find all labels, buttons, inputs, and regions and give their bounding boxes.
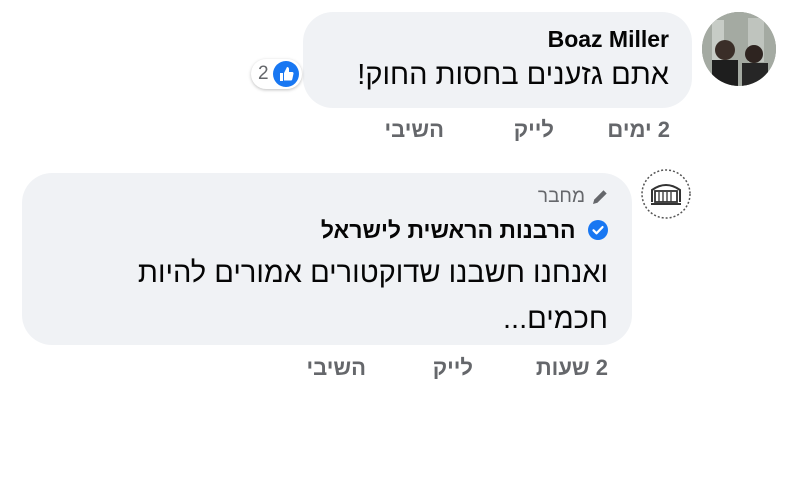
emblem-icon xyxy=(641,169,691,219)
reaction-count: 2 xyxy=(258,63,269,84)
author-badge-label: מחבר xyxy=(537,186,585,207)
comment-text: אתם גזענים בחסות החוק! xyxy=(357,59,669,91)
comment-text: ואנחנו חשבנו שדוקטורים אמורים להיות חכמי… xyxy=(137,257,608,335)
comment-author[interactable]: Boaz Miller xyxy=(548,26,669,53)
comment-author-name: הרבנות הראשית לישראל xyxy=(320,217,576,243)
comment-timestamp[interactable]: 2 שעות xyxy=(536,355,608,381)
like-button[interactable]: לייק xyxy=(514,117,554,143)
like-icon xyxy=(272,61,299,87)
like-button[interactable]: לייק xyxy=(433,355,473,381)
comment-bubble-1: Boaz Miller אתם גזענים בחסות החוק! xyxy=(303,12,692,108)
reply-button[interactable]: השיבי xyxy=(306,355,366,381)
page-avatar-chief-rabbinate[interactable] xyxy=(640,168,692,220)
verified-badge-icon xyxy=(588,220,608,240)
comment-bubble-2: מחבר הרבנות הראשית לישראל ואנחנו חשבנו ש… xyxy=(22,173,632,345)
reply-button[interactable]: השיבי xyxy=(384,117,444,143)
comment-actions-1: 2 ימים לייק השיבי xyxy=(330,117,670,147)
comment-timestamp[interactable]: 2 ימים xyxy=(607,117,670,143)
avatar-photo xyxy=(702,12,776,86)
comment-actions-2: 2 שעות לייק השיבי xyxy=(270,355,608,385)
user-avatar-boaz-miller[interactable] xyxy=(702,12,776,86)
reaction-summary[interactable]: 2 xyxy=(251,59,302,89)
author-badge: מחבר xyxy=(538,186,608,208)
pencil-icon xyxy=(592,189,608,205)
comment-author[interactable]: הרבנות הראשית לישראל xyxy=(321,217,608,244)
